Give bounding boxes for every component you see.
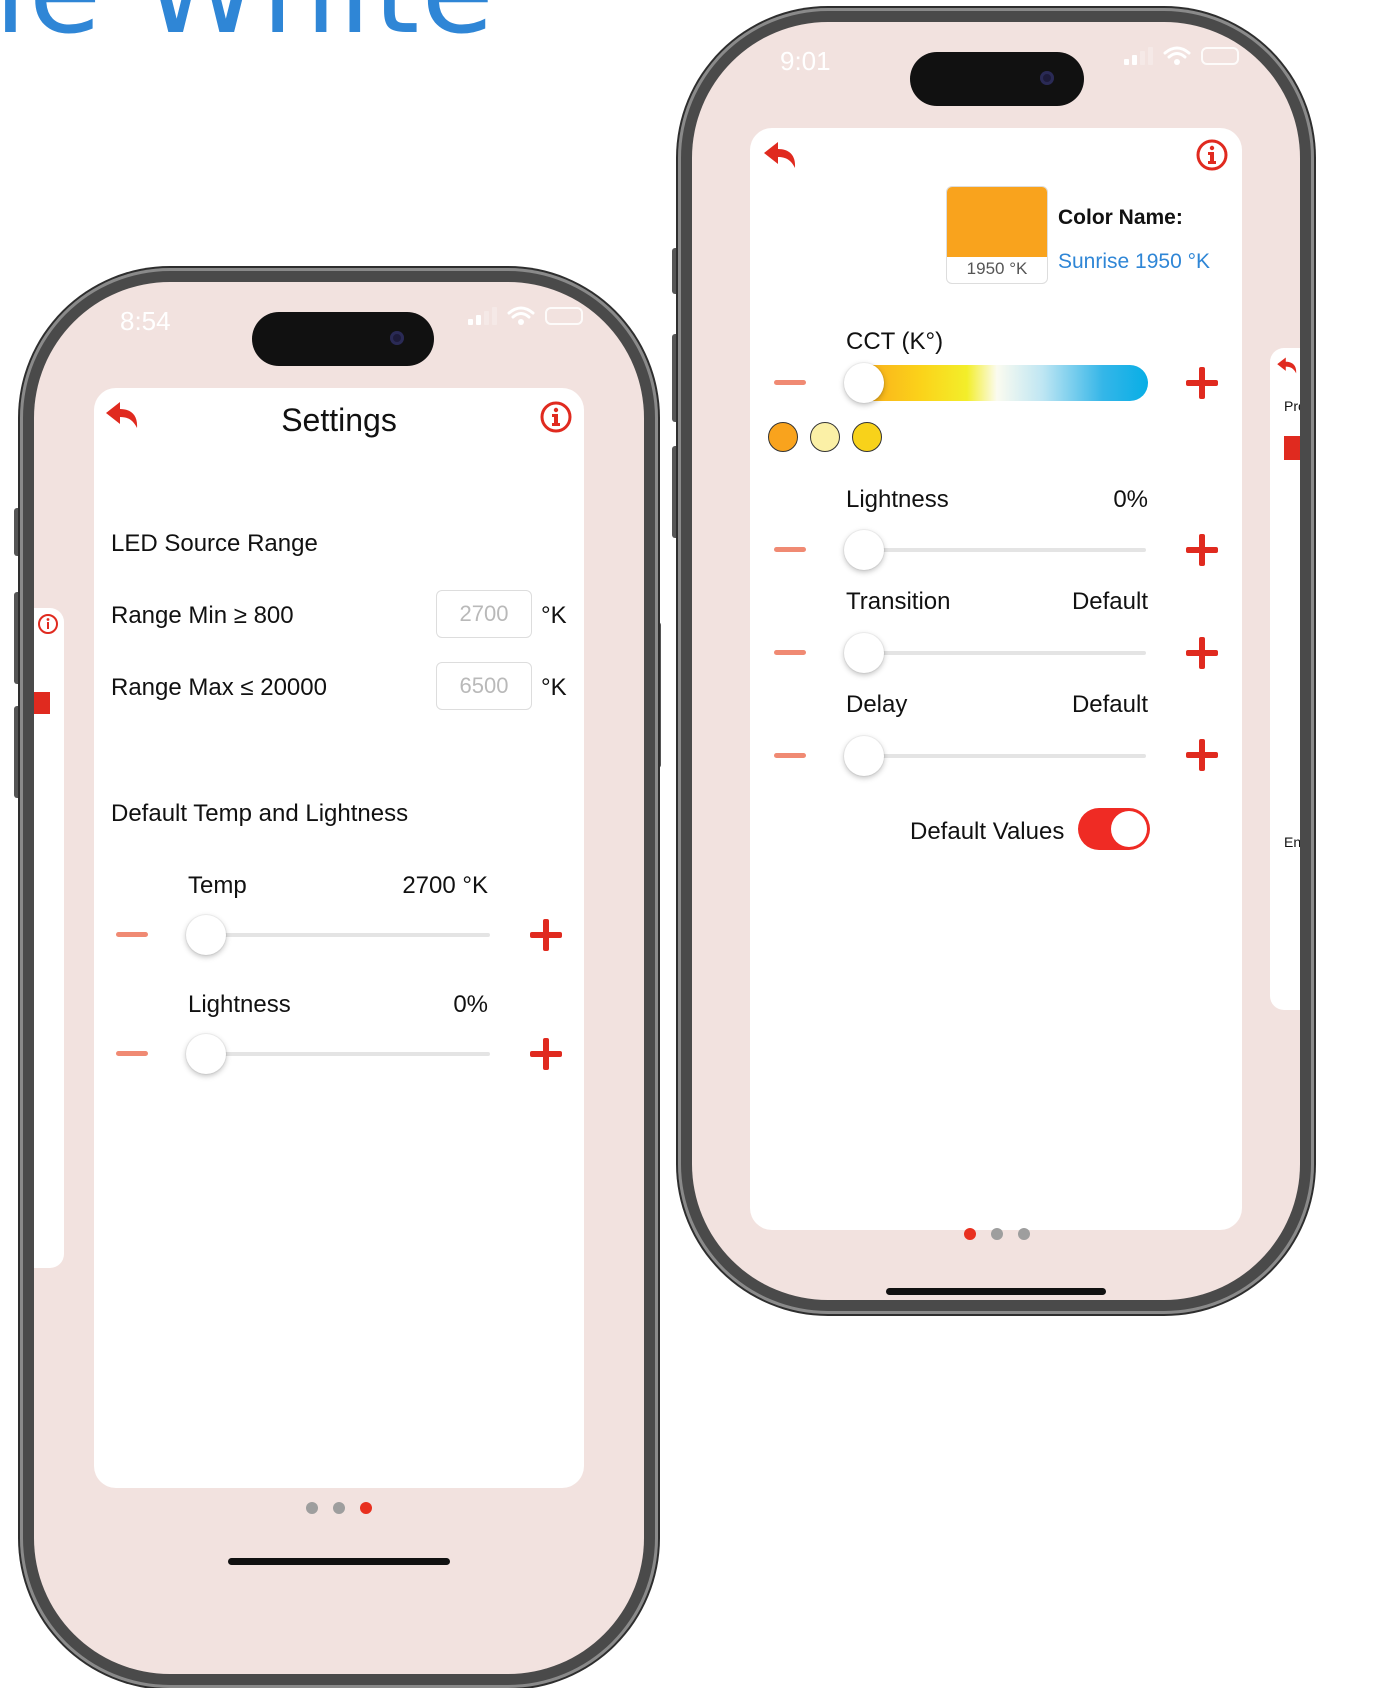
page-indicator[interactable] bbox=[964, 1228, 1030, 1240]
delay-slider-thumb[interactable] bbox=[844, 736, 884, 776]
status-time: 8:54 bbox=[120, 306, 171, 336]
page-dot[interactable] bbox=[306, 1502, 318, 1514]
temp-value: 2700 °K bbox=[402, 872, 488, 899]
back-arrow-icon bbox=[1277, 357, 1297, 374]
preset-color-dot[interactable] bbox=[810, 422, 840, 452]
lightness-decrease-button[interactable] bbox=[116, 1051, 148, 1056]
cellular-signal-icon bbox=[1124, 47, 1153, 65]
lightness-increase-button[interactable] bbox=[1186, 534, 1218, 566]
transition-increase-button[interactable] bbox=[1186, 637, 1218, 669]
settings-card: Settings LED Source Range Range Min ≥ 80… bbox=[94, 388, 584, 1488]
color-swatch[interactable]: 1950 °K bbox=[946, 186, 1048, 284]
camera-icon bbox=[390, 331, 404, 345]
phone-screen-right: Pro En 9:01 19 bbox=[692, 22, 1300, 1300]
default-temp-lightness-heading: Default Temp and Lightness bbox=[111, 800, 409, 827]
range-max-unit: °K bbox=[541, 674, 567, 701]
temp-decrease-button[interactable] bbox=[116, 932, 148, 937]
lightness-label: Lightness bbox=[846, 486, 949, 513]
status-time: 9:01 bbox=[780, 46, 831, 76]
color-name-value[interactable]: Sunrise 1950 °K bbox=[1058, 250, 1210, 274]
transition-value: Default bbox=[1071, 588, 1148, 615]
led-source-range-heading: LED Source Range bbox=[111, 530, 318, 557]
color-edit-card: 1950 °K Color Name: Sunrise 1950 °K CCT … bbox=[750, 128, 1242, 1230]
preset-color-dot[interactable] bbox=[852, 422, 882, 452]
phone-frame-right: Pro En 9:01 19 bbox=[678, 8, 1314, 1314]
cct-label: CCT (K°) bbox=[846, 328, 944, 355]
home-indicator[interactable] bbox=[228, 1558, 450, 1565]
page-dot[interactable] bbox=[1018, 1228, 1030, 1240]
next-page-label: En bbox=[1284, 834, 1300, 850]
page-headline: ie White bbox=[0, 0, 496, 60]
transition-slider-track[interactable] bbox=[846, 651, 1146, 655]
red-marker bbox=[1284, 436, 1300, 460]
info-icon[interactable] bbox=[539, 400, 573, 434]
lightness-label: Lightness bbox=[188, 991, 291, 1018]
cellular-signal-icon bbox=[468, 307, 497, 325]
red-marker bbox=[34, 692, 50, 714]
next-page-peek: Pro En bbox=[1270, 348, 1300, 1010]
color-name-label: Color Name: bbox=[1058, 206, 1183, 229]
page-indicator[interactable] bbox=[306, 1502, 372, 1514]
battery-icon bbox=[545, 307, 583, 325]
cct-decrease-button[interactable] bbox=[774, 380, 806, 385]
camera-icon bbox=[1040, 71, 1054, 85]
home-indicator[interactable] bbox=[886, 1288, 1106, 1295]
cct-increase-button[interactable] bbox=[1186, 367, 1218, 399]
lightness-slider-track[interactable] bbox=[846, 548, 1146, 552]
page-dot-active[interactable] bbox=[964, 1228, 976, 1240]
cct-slider-thumb[interactable] bbox=[844, 363, 884, 403]
toggle-knob bbox=[1111, 811, 1147, 847]
lightness-value: 0% bbox=[453, 991, 488, 1018]
preset-colors bbox=[768, 422, 882, 452]
default-values-toggle[interactable] bbox=[1078, 808, 1150, 850]
temp-label: Temp bbox=[188, 872, 247, 899]
lightness-slider-thumb[interactable] bbox=[186, 1034, 226, 1074]
phone-frame-left: 8:54 Settings LED Source Range Range Min… bbox=[20, 268, 658, 1688]
previous-page-peek bbox=[34, 608, 64, 1268]
cct-gradient-track[interactable] bbox=[846, 365, 1148, 401]
range-min-input[interactable]: 2700 bbox=[436, 590, 532, 638]
range-min-unit: °K bbox=[541, 602, 567, 629]
delay-decrease-button[interactable] bbox=[774, 753, 806, 758]
dynamic-island bbox=[252, 312, 434, 366]
lightness-slider-track[interactable] bbox=[188, 1052, 490, 1056]
delay-value: Default bbox=[1071, 691, 1148, 718]
status-icons bbox=[468, 306, 583, 326]
info-icon bbox=[38, 614, 58, 634]
transition-slider-thumb[interactable] bbox=[844, 633, 884, 673]
battery-icon bbox=[1201, 47, 1239, 65]
dynamic-island bbox=[910, 52, 1084, 106]
next-page-label: Pro bbox=[1284, 398, 1300, 414]
preset-color-dot[interactable] bbox=[768, 422, 798, 452]
range-max-label: Range Max ≤ 20000 bbox=[111, 674, 327, 701]
phone-screen-left: 8:54 Settings LED Source Range Range Min… bbox=[34, 282, 644, 1674]
transition-label: Transition bbox=[846, 588, 951, 615]
status-icons bbox=[1124, 46, 1239, 66]
lightness-slider-thumb[interactable] bbox=[844, 530, 884, 570]
color-swatch-label: 1950 °K bbox=[966, 259, 1028, 278]
page-dot[interactable] bbox=[991, 1228, 1003, 1240]
default-values-label: Default Values bbox=[910, 818, 1065, 845]
temp-increase-button[interactable] bbox=[530, 919, 562, 951]
info-icon[interactable] bbox=[1195, 138, 1229, 172]
page-dot[interactable] bbox=[333, 1502, 345, 1514]
wifi-icon bbox=[1163, 46, 1191, 65]
range-max-input[interactable]: 6500 bbox=[436, 662, 532, 710]
transition-decrease-button[interactable] bbox=[774, 650, 806, 655]
page-dot-active[interactable] bbox=[360, 1502, 372, 1514]
delay-slider-track[interactable] bbox=[846, 754, 1146, 758]
wifi-icon bbox=[507, 306, 535, 325]
temp-slider-thumb[interactable] bbox=[186, 915, 226, 955]
delay-label: Delay bbox=[846, 691, 908, 718]
lightness-value: 0% bbox=[1113, 486, 1148, 513]
page-title: Settings bbox=[281, 402, 397, 438]
range-min-label: Range Min ≥ 800 bbox=[111, 602, 294, 629]
back-arrow-icon[interactable] bbox=[762, 140, 798, 172]
lightness-decrease-button[interactable] bbox=[774, 547, 806, 552]
delay-increase-button[interactable] bbox=[1186, 739, 1218, 771]
lightness-increase-button[interactable] bbox=[530, 1038, 562, 1070]
temp-slider-track[interactable] bbox=[188, 933, 490, 937]
color-swatch-fill bbox=[947, 187, 1047, 257]
